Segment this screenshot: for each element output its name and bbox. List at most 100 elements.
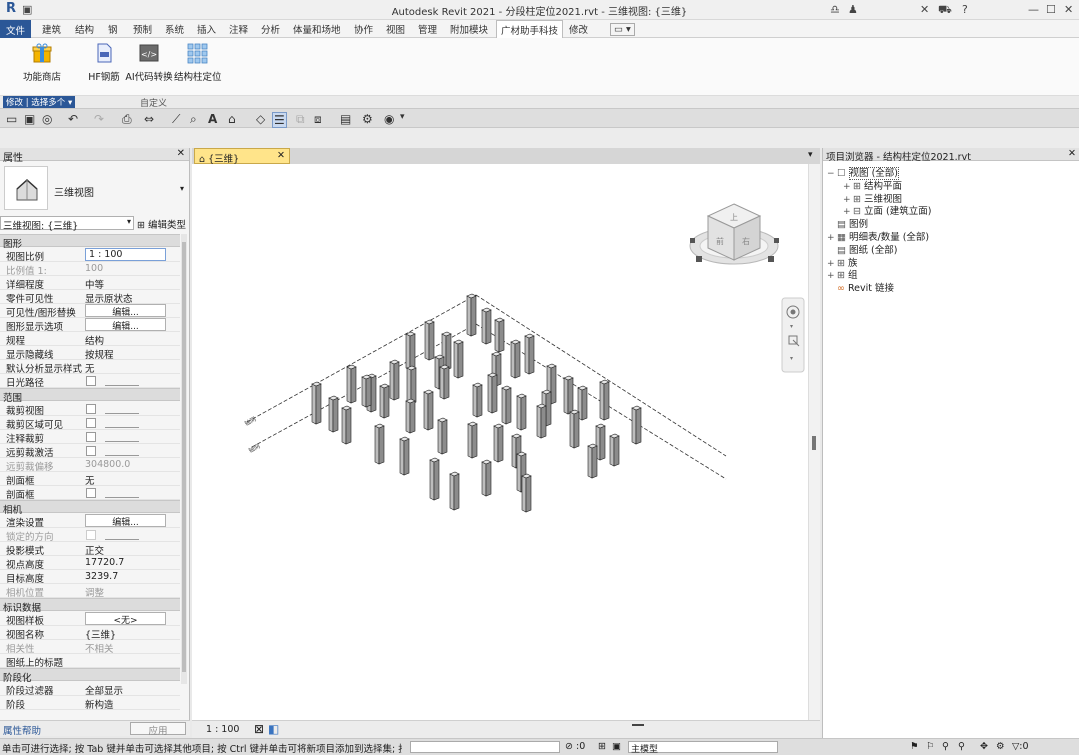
instance-selector[interactable]: 三维视图: {三维} ▾ xyxy=(0,216,134,232)
view-tabs-menu-icon[interactable]: ▾ xyxy=(808,150,813,160)
section-icon[interactable]: ◇ xyxy=(256,112,265,126)
tab-systems[interactable]: 系统 xyxy=(165,22,184,36)
switch-windows-icon[interactable]: ⧈ xyxy=(314,112,322,127)
tab-analyze[interactable]: 分析 xyxy=(261,22,280,36)
property-edit-button[interactable]: 编辑... xyxy=(85,304,166,318)
sync-icon[interactable]: ◎ xyxy=(42,112,52,126)
hf-rebar-button[interactable]: HF钢筋 xyxy=(86,42,122,83)
property-group-header[interactable]: 阶段化 xyxy=(0,668,180,684)
properties-help-link[interactable]: 属性帮助 xyxy=(3,723,41,737)
select-underlay-icon[interactable]: ⚐ xyxy=(926,741,935,752)
print-icon[interactable]: ⎙ xyxy=(122,112,132,127)
design-option-icon[interactable]: ▣ xyxy=(612,741,621,752)
viewport-scrollbar[interactable] xyxy=(808,164,820,720)
exchange-icon[interactable]: ✕ xyxy=(920,3,929,16)
scroll-h-icon[interactable] xyxy=(632,724,644,726)
undo-icon[interactable]: ↶ xyxy=(68,112,78,126)
tab-modify[interactable]: 修改 xyxy=(569,22,588,36)
select-by-face-icon[interactable]: ⚲ xyxy=(958,741,965,752)
open-icon[interactable]: ▭ xyxy=(6,112,17,126)
property-group-header[interactable]: 图形 xyxy=(0,234,180,250)
design-option-dropdown[interactable]: 主模型 xyxy=(628,741,778,755)
redo-icon[interactable]: ↷ xyxy=(94,112,104,126)
view-tab-close-icon[interactable]: ✕ xyxy=(277,150,285,161)
browser-close-icon[interactable]: ✕ xyxy=(1068,148,1076,159)
background-process-icon[interactable]: ⚙ xyxy=(996,741,1005,752)
measure-icon[interactable]: ⇔ xyxy=(144,112,154,126)
tab-architecture[interactable]: 建筑 xyxy=(42,22,61,36)
user-icon[interactable]: ♟ xyxy=(848,3,858,16)
tab-massing[interactable]: 体量和场地 xyxy=(293,22,341,36)
visual-style-icon[interactable]: ◧ xyxy=(268,722,279,736)
tab-manage[interactable]: 管理 xyxy=(418,22,437,36)
property-checkbox[interactable] xyxy=(86,530,96,540)
ai-code-button[interactable]: </> AI代码转换 xyxy=(124,42,174,83)
view-scale[interactable]: 1 : 100 xyxy=(206,724,239,735)
close-hidden-icon[interactable]: ⧉ xyxy=(296,112,305,127)
selection-count-icon[interactable]: ⊘ xyxy=(565,741,573,752)
dimension-icon[interactable]: ⟋ xyxy=(172,112,180,127)
property-checkbox[interactable] xyxy=(86,418,96,428)
ribbon-options-dropdown[interactable]: ▭ ▾ xyxy=(610,23,635,36)
column-locate-button[interactable]: 结构柱定位 xyxy=(174,42,222,83)
binoculars-icon[interactable]: ♎ xyxy=(830,3,840,16)
property-checkbox[interactable] xyxy=(86,376,96,386)
settings-icon[interactable]: ⚙ xyxy=(362,112,373,126)
property-group-header[interactable]: 标识数据 xyxy=(0,598,180,614)
thin-lines-icon[interactable]: ☰ xyxy=(272,112,287,128)
select-links-icon[interactable]: ⚑ xyxy=(910,741,919,752)
model-canvas[interactable]: 轴网轴网上前 右▾▾ xyxy=(192,164,808,720)
globe-icon[interactable]: ◉ xyxy=(384,112,394,126)
tab-3d-view[interactable]: ⌂ {三维} ✕ xyxy=(194,148,290,165)
apply-button[interactable]: 应用 xyxy=(130,722,186,737)
property-edit-button[interactable]: 编辑... xyxy=(85,514,166,528)
expand-toggle-icon[interactable]: − xyxy=(827,169,837,179)
3d-view-icon[interactable]: ⌂ xyxy=(228,112,236,126)
close-button[interactable]: ✕ xyxy=(1064,3,1073,16)
text-icon[interactable]: A xyxy=(208,112,217,126)
tag-icon[interactable]: ⌕ xyxy=(190,112,197,127)
properties-close-icon[interactable]: ✕ xyxy=(177,148,185,159)
modify-select-dropdown[interactable]: 修改 | 选择多个 ▾ xyxy=(3,96,76,108)
properties-scrollbar[interactable] xyxy=(181,234,187,684)
property-group-header[interactable]: 范围 xyxy=(0,388,180,404)
minimize-button[interactable]: — xyxy=(1028,3,1039,16)
function-store-button[interactable]: 功能商店 xyxy=(22,42,62,83)
help-icon[interactable]: ? xyxy=(962,3,968,16)
tab-insert[interactable]: 插入 xyxy=(197,22,216,36)
view-properties-icon[interactable]: ▤ xyxy=(340,112,351,126)
type-dropdown-icon[interactable]: ▾ xyxy=(180,184,184,193)
property-checkbox[interactable] xyxy=(86,488,96,498)
tab-view[interactable]: 视图 xyxy=(386,22,405,36)
editable-only-icon[interactable]: ⊞ xyxy=(598,741,606,752)
tab-structure[interactable]: 结构 xyxy=(75,22,94,36)
3d-viewport[interactable]: 轴网 轴网上前右 ▾ ▾ xyxy=(192,164,808,720)
property-checkbox[interactable] xyxy=(86,404,96,414)
cart-icon[interactable]: ⛟ xyxy=(938,3,952,18)
filter-indicator[interactable]: ▽:0 xyxy=(1012,741,1029,752)
property-checkbox[interactable] xyxy=(86,446,96,456)
property-group-header[interactable]: 相机 xyxy=(0,500,180,516)
qat-dropdown-icon[interactable]: ▾ xyxy=(400,112,405,122)
select-pinned-icon[interactable]: ⚲ xyxy=(942,741,949,752)
tab-guangcai[interactable]: 广材助手科技 xyxy=(496,20,564,39)
browser-node[interactable]: ∞ Revit 链接 xyxy=(827,280,894,294)
workset-dropdown[interactable] xyxy=(410,741,560,753)
maximize-button[interactable]: ☐ xyxy=(1046,3,1056,16)
save-icon[interactable]: ▣ xyxy=(24,112,35,126)
tab-file[interactable]: 文件 xyxy=(0,20,32,38)
property-checkbox[interactable] xyxy=(86,432,96,442)
property-value[interactable]: 1 : 100 xyxy=(85,248,166,261)
property-edit-button[interactable]: 编辑... xyxy=(85,318,166,332)
tab-steel[interactable]: 钢 xyxy=(108,22,118,36)
viewcube[interactable]: 上前 右 xyxy=(689,203,779,265)
property-edit-button[interactable]: <无> xyxy=(85,612,166,626)
edit-type-button[interactable]: ⊞ 编辑类型 xyxy=(137,217,186,231)
tab-collaborate[interactable]: 协作 xyxy=(354,22,373,36)
tab-annotate[interactable]: 注释 xyxy=(229,22,248,36)
navigation-bar[interactable]: ▾▾ xyxy=(781,297,805,373)
tab-precast[interactable]: 预制 xyxy=(133,22,152,36)
tab-addins[interactable]: 附加模块 xyxy=(450,22,488,36)
detail-level-icon[interactable]: ⊠ xyxy=(254,722,264,736)
drag-elements-icon[interactable]: ✥ xyxy=(980,741,988,752)
